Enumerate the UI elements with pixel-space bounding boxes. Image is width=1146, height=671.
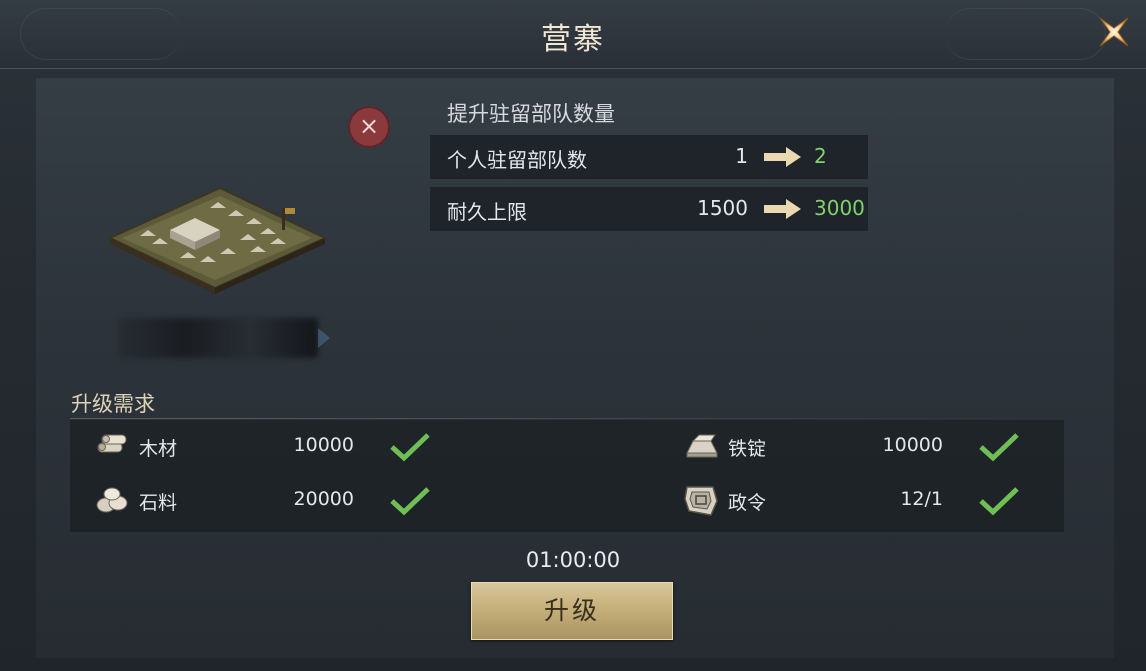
requirement-name: 木材 bbox=[139, 438, 178, 460]
stone-icon bbox=[96, 487, 128, 513]
requirement-value: 20000 bbox=[293, 488, 354, 510]
checkmark-icon bbox=[390, 433, 430, 462]
stat-next-value: 2 bbox=[814, 144, 827, 168]
wood-icon bbox=[97, 434, 127, 453]
camp-upgrade-dialog: 营寨 × 提升驻留部队数量 个人驻留部队数 1 2 耐久上限 1500 3000… bbox=[0, 0, 1146, 671]
requirement-decree: 政令 12/1 bbox=[683, 479, 1039, 523]
requirements-divider bbox=[70, 418, 1064, 419]
requirement-stone: 石料 20000 bbox=[94, 479, 450, 523]
requirement-value: 12/1 bbox=[900, 488, 943, 510]
checkmark-icon bbox=[390, 487, 430, 516]
stat-row-garrison: 个人驻留部队数 1 2 bbox=[430, 135, 868, 179]
close-small-icon[interactable]: × bbox=[350, 108, 388, 146]
iron-ingot-icon bbox=[686, 434, 718, 458]
stat-label: 耐久上限 bbox=[447, 200, 527, 224]
checkmark-icon bbox=[979, 433, 1019, 462]
title-bar: 营寨 bbox=[0, 0, 1146, 69]
stat-current-value: 1 bbox=[735, 144, 748, 168]
upgrade-effect-heading: 提升驻留部队数量 bbox=[447, 102, 615, 126]
requirement-value: 10000 bbox=[882, 434, 943, 456]
requirement-name: 铁锭 bbox=[728, 438, 767, 460]
decree-icon bbox=[684, 486, 718, 516]
checkmark-icon bbox=[979, 487, 1019, 516]
camp-name-blurred bbox=[118, 318, 318, 358]
camp-name-arrow-icon[interactable] bbox=[318, 328, 330, 348]
requirement-name: 石料 bbox=[139, 492, 178, 514]
requirement-value: 10000 bbox=[293, 434, 354, 456]
arrow-right-icon bbox=[764, 147, 801, 167]
stat-next-value: 3000 bbox=[814, 196, 865, 220]
upgrade-timer: 01:00:00 bbox=[525, 548, 621, 572]
stat-current-value: 1500 bbox=[697, 196, 748, 220]
dialog-title: 营寨 bbox=[541, 22, 605, 57]
stat-label: 个人驻留部队数 bbox=[447, 148, 587, 172]
requirements-title: 升级需求 bbox=[71, 392, 155, 416]
camp-building-image bbox=[107, 186, 328, 294]
arrow-right-icon bbox=[764, 199, 801, 219]
close-icon bbox=[1099, 17, 1129, 47]
requirement-name: 政令 bbox=[728, 492, 767, 514]
requirement-iron: 铁锭 10000 bbox=[683, 425, 1039, 469]
close-button[interactable] bbox=[1094, 12, 1134, 52]
stat-row-durability: 耐久上限 1500 3000 bbox=[430, 187, 868, 231]
requirement-wood: 木材 10000 bbox=[94, 425, 450, 469]
upgrade-button[interactable]: 升级 bbox=[471, 582, 673, 640]
